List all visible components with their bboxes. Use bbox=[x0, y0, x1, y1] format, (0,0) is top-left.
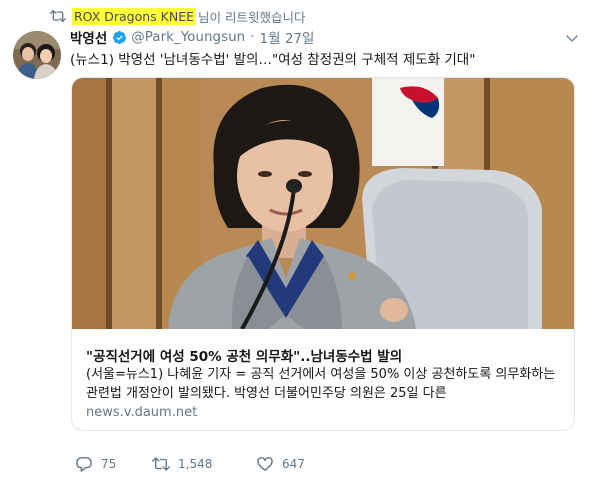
card-photo[interactable] bbox=[72, 78, 574, 329]
card-title: "공직선거에 여성 50% 공천 의무화"..남녀동수법 발의 bbox=[86, 349, 403, 365]
heart-icon bbox=[257, 457, 273, 471]
link-preview-card[interactable]: "공직선거에 여성 50% 공천 의무화"..남녀동수법 발의 (서울=뉴스1)… bbox=[71, 77, 575, 431]
retweeter-name-link[interactable]: ROX Dragons KNEE bbox=[72, 7, 197, 25]
tweet-text: (뉴스1) 박영선 '남녀동수법' 발의…"여성 참정권의 구체적 제도화 기대… bbox=[70, 52, 476, 68]
tweet-header: 박영선 @Park_Youngsun · 1월 27일 bbox=[70, 27, 315, 47]
avatar[interactable] bbox=[13, 31, 61, 79]
retweet-icon bbox=[152, 457, 170, 471]
retweet-button[interactable]: 1,548 bbox=[152, 456, 232, 472]
retweet-icon bbox=[50, 9, 66, 23]
tweet-actions: 75 1,548 647 bbox=[75, 454, 305, 474]
card-domain: news.v.daum.net bbox=[86, 405, 198, 420]
author-name[interactable]: 박영선 bbox=[70, 27, 107, 47]
card-description: (서울=뉴스1) 나혜윤 기자 = 공직 선거에서 여성을 50% 이상 공천하… bbox=[86, 367, 556, 401]
verified-badge-icon bbox=[112, 30, 127, 45]
reply-icon bbox=[76, 457, 92, 472]
reply-button[interactable]: 75 bbox=[75, 456, 152, 472]
separator-dot: · bbox=[250, 29, 255, 45]
author-handle[interactable]: @Park_Youngsun bbox=[131, 29, 245, 45]
retweet-context-text: 님이 리트윗했습니다 bbox=[198, 9, 306, 25]
card-body[interactable]: "공직선거에 여성 50% 공천 의무화"..남녀동수법 발의 (서울=뉴스1)… bbox=[72, 329, 574, 430]
reply-count: 75 bbox=[101, 457, 117, 471]
like-count: 647 bbox=[282, 457, 305, 471]
like-button[interactable]: 647 bbox=[256, 456, 305, 472]
tweet-date-link[interactable]: 1월 27일 bbox=[260, 27, 315, 47]
chevron-down-icon[interactable] bbox=[565, 30, 579, 42]
retweet-count: 1,548 bbox=[178, 457, 213, 471]
retweet-context: ROX Dragons KNEE 님이 리트윗했습니다 bbox=[50, 6, 306, 26]
